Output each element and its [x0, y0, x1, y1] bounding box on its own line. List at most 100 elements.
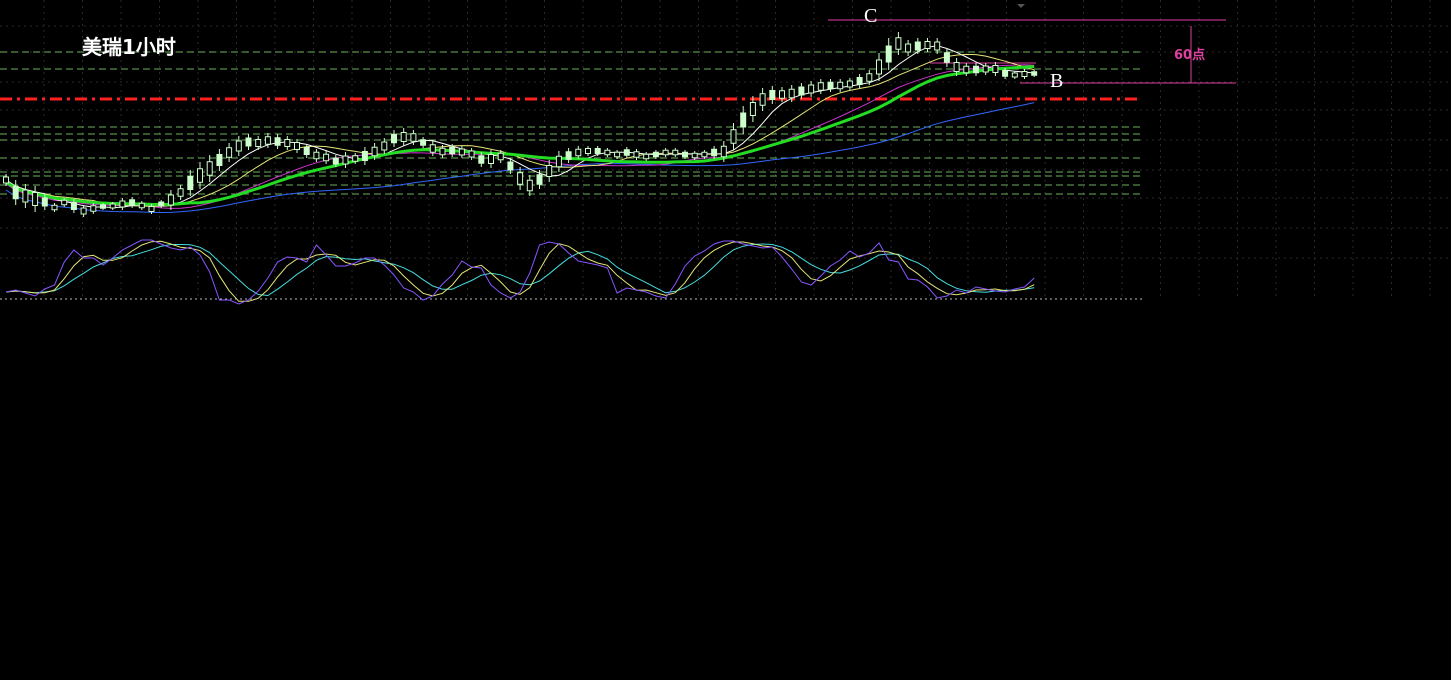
- candle-body: [274, 137, 281, 146]
- candle-body: [51, 204, 58, 211]
- candle-body: [361, 151, 368, 161]
- candle-body: [808, 84, 815, 94]
- candle-body: [100, 204, 106, 209]
- candle-body: [255, 139, 262, 147]
- chart-background: [0, 0, 1451, 676]
- candle-body: [3, 176, 9, 184]
- candle-body: [788, 88, 795, 99]
- candle-body: [934, 41, 941, 51]
- candle-body: [749, 102, 756, 116]
- candle-body: [342, 155, 349, 165]
- candle-body: [70, 202, 77, 210]
- candle-body: [1021, 71, 1028, 77]
- candle-body: [555, 155, 562, 168]
- candle-body: [177, 188, 184, 197]
- candle-body: [245, 137, 252, 147]
- candle-body: [885, 45, 892, 63]
- candle-body: [294, 142, 300, 150]
- candle-body: [536, 174, 543, 185]
- candle-body: [138, 202, 145, 209]
- chart-canvas: 美瑞1小时 C B 60点: [0, 0, 1451, 676]
- candle-body: [701, 151, 708, 158]
- candle-body: [662, 149, 669, 156]
- candle-body: [672, 149, 679, 156]
- candle-body: [420, 139, 427, 146]
- candle-body: [565, 151, 572, 160]
- candle-body: [905, 43, 912, 53]
- candle-body: [468, 150, 475, 158]
- candle-body: [856, 77, 863, 85]
- candle-body: [197, 168, 203, 183]
- candle-body: [12, 185, 19, 200]
- candle-body: [381, 141, 388, 151]
- candle-body: [109, 203, 116, 209]
- candle-body: [604, 149, 611, 156]
- candle-body: [798, 86, 805, 96]
- candle-body: [585, 148, 591, 154]
- candle-body: [478, 155, 485, 164]
- candle-body: [235, 140, 242, 152]
- range-label: 60点: [1174, 47, 1205, 63]
- candle-body: [216, 154, 223, 166]
- candle-body: [846, 80, 853, 88]
- candle-body: [90, 205, 97, 212]
- candle-body: [352, 155, 359, 162]
- candle-body: [575, 148, 582, 157]
- candle-body: [226, 147, 233, 158]
- candle-body: [158, 201, 165, 207]
- candle-body: [303, 147, 310, 155]
- candle-body: [943, 52, 950, 63]
- candle-body: [41, 197, 48, 207]
- low-label-b: B: [1050, 70, 1063, 92]
- candle-body: [720, 145, 727, 158]
- candle-body: [876, 59, 882, 75]
- candle-body: [614, 151, 621, 158]
- candle-body: [284, 139, 291, 147]
- candle-body: [973, 65, 979, 74]
- candle-body: [594, 148, 601, 154]
- candle-body: [410, 133, 417, 142]
- candle-body: [391, 133, 397, 144]
- candle-body: [332, 157, 339, 165]
- candle-body: [1031, 71, 1038, 76]
- candle-body: [497, 152, 504, 161]
- candle-body: [313, 151, 320, 160]
- candle-body: [963, 65, 970, 74]
- candle-body: [206, 161, 213, 176]
- candle-body: [32, 192, 39, 206]
- candle-body: [507, 161, 514, 171]
- candle-body: [167, 194, 174, 206]
- candle-body: [769, 90, 776, 100]
- candle-body: [924, 41, 931, 49]
- candle-body: [517, 172, 524, 185]
- candle-body: [1002, 70, 1009, 77]
- candle-body: [992, 65, 999, 73]
- candle-body: [129, 199, 136, 206]
- candle-body: [730, 129, 737, 144]
- candle-body: [691, 152, 698, 159]
- candle-body: [740, 112, 747, 128]
- candle-body: [895, 37, 902, 50]
- candle-body: [643, 153, 650, 160]
- chart-title: 美瑞1小时: [82, 35, 176, 59]
- candle-body: [682, 151, 688, 158]
- candle-body: [264, 136, 271, 145]
- candle-body: [779, 90, 785, 99]
- candle-body: [488, 154, 494, 164]
- peak-label-c: C: [864, 5, 877, 27]
- candle-body: [429, 144, 436, 153]
- candle-body: [711, 148, 718, 157]
- candle-body: [80, 207, 87, 215]
- candle-body: [526, 179, 533, 192]
- candlestick-chart: 美瑞1小时 C B 60点: [0, 0, 1451, 676]
- candle-body: [982, 65, 989, 73]
- candle-body: [546, 165, 553, 177]
- candle-body: [439, 147, 446, 156]
- candle-body: [449, 146, 456, 155]
- candle-body: [827, 81, 834, 90]
- candle-body: [61, 199, 68, 206]
- candle-body: [22, 189, 29, 203]
- candle-body: [759, 93, 766, 106]
- candle-body: [187, 176, 194, 190]
- candle-body: [866, 73, 873, 82]
